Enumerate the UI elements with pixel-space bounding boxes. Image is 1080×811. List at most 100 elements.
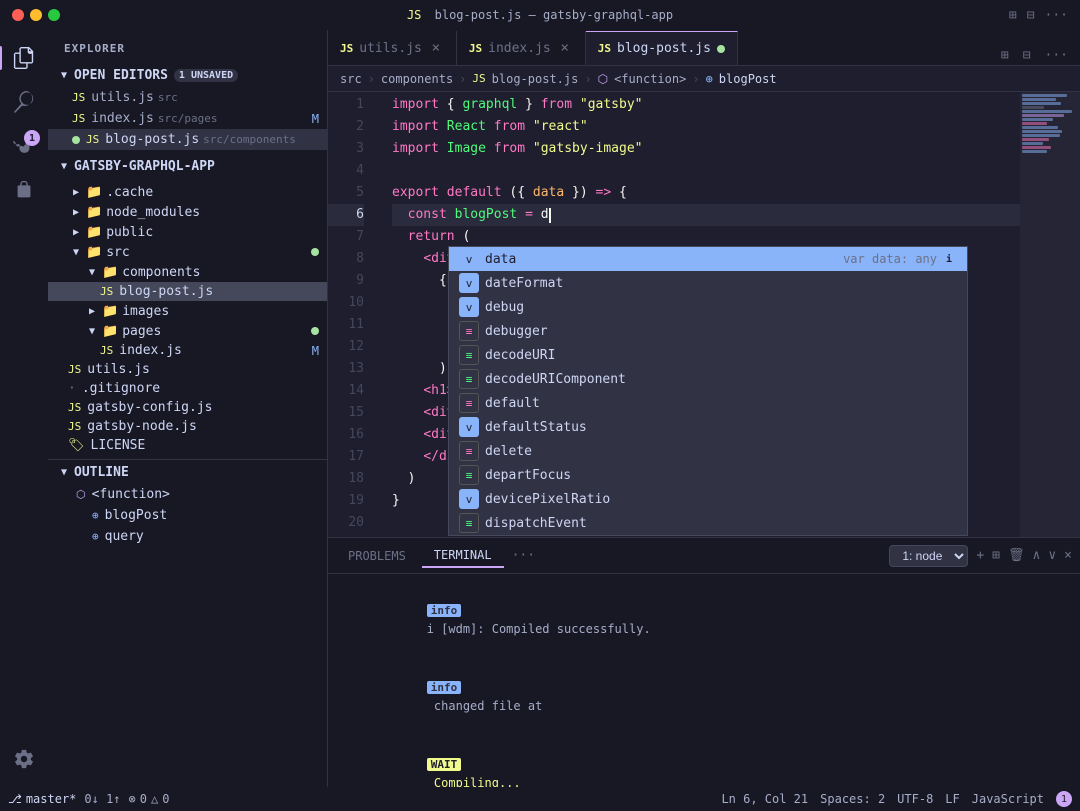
terminal-more[interactable]: ··· [512,548,535,563]
spaces-info[interactable]: Spaces: 2 [820,792,885,806]
code-line-2: import React from "react" [392,116,1020,138]
minimize-button[interactable] [30,9,42,21]
code-editor[interactable]: 1 2 3 4 5 6 7 8 9 10 11 12 13 14 15 16 1 [328,92,1080,537]
delete-terminal-icon[interactable]: 🗑 [1008,548,1025,563]
ac-type: var data: any i [843,251,957,267]
project-label: GATSBY-GRAPHQL-APP [74,159,215,174]
ac-fn-icon: ≡ [459,513,479,533]
tree-license[interactable]: 🏷 LICENSE [48,436,327,455]
open-file-index[interactable]: JS index.js src/pages M [48,108,327,129]
open-editors-chevron: ▼ [56,67,72,83]
close-terminal-icon[interactable]: × [1064,548,1072,563]
js-icon: JS [68,420,81,433]
activity-search[interactable] [4,82,44,122]
ac-var-icon: v [459,297,479,317]
tab-utils[interactable]: JS utils.js × [328,31,457,65]
folder-icon: 📁 [86,225,102,240]
chevron-down-icon[interactable]: ∨ [1048,548,1056,563]
folder-icon: 📁 [102,265,118,280]
close-button[interactable] [12,9,24,21]
git-branch[interactable]: ⎇ master* [8,792,76,806]
tree-components[interactable]: ▼ 📁 components [48,262,327,282]
add-terminal-icon[interactable]: + [976,548,984,563]
tab-close-utils[interactable]: × [428,40,444,56]
project-section[interactable]: ▼ GATSBY-GRAPHQL-APP [48,154,327,178]
outline-blogpost[interactable]: ⊕ blogPost [48,505,327,526]
activity-explorer[interactable] [4,38,44,78]
ac-label: debugger [485,324,957,339]
tree-index[interactable]: JS index.js M [48,341,327,360]
js-icon: JS [100,285,113,298]
activity-extensions[interactable] [4,170,44,210]
breadcrumb-function[interactable]: <function> [614,72,686,86]
src-dot [311,248,319,256]
tab-index[interactable]: JS index.js × [457,31,586,65]
terminal-node-select[interactable]: 1: node [889,545,968,567]
encoding[interactable]: UTF-8 [897,792,933,806]
activity-source-control[interactable]: 1 [4,126,44,166]
tab-close-index[interactable]: × [557,40,573,56]
tree-cache[interactable]: ▶ 📁 .cache [48,182,327,202]
breadcrumb-components[interactable]: components [381,72,453,86]
ac-item-departfocus[interactable]: ≡ departFocus [449,463,967,487]
tree-public[interactable]: ▶ 📁 public [48,222,327,242]
notification-bell[interactable]: 1 [1056,791,1072,807]
breadcrumb-file[interactable]: blog-post.js [492,72,579,86]
tree-src[interactable]: ▼ 📁 src [48,242,327,262]
outline-header[interactable]: ▼ OUTLINE [48,460,327,484]
split-editor-icon[interactable]: ⊞ [997,46,1013,65]
line-ending[interactable]: LF [945,792,959,806]
language-mode[interactable]: JavaScript [972,792,1044,806]
js-icon: JS [100,344,113,357]
sidebar-header: EXPLORER [48,30,327,63]
error-count[interactable]: ⊗ 0 △ 0 [129,792,170,806]
layout-icon[interactable]: ⊟ [1019,46,1035,65]
open-editors-section[interactable]: ▼ OPEN EDITORS 1 UNSAVED [48,63,327,87]
outline-function[interactable]: ⬡ <function> [48,484,327,505]
ac-item-decodeuricomponent[interactable]: ≡ decodeURIComponent [449,367,967,391]
ac-label: default [485,396,957,411]
outline-query[interactable]: ⊕ query [48,526,327,547]
ac-item-data[interactable]: v data var data: any i [449,247,967,271]
tree-blog-post[interactable]: JS blog-post.js [48,282,327,301]
ac-item-default[interactable]: ≡ default [449,391,967,415]
tree-gatsby-config[interactable]: JS gatsby-config.js [48,398,327,417]
ac-item-dateformat[interactable]: v dateFormat [449,271,967,295]
info-badge[interactable]: i [941,251,957,267]
sync-label: 0↓ 1↑ [84,792,120,806]
terminal-line: info changed file at [340,659,1068,736]
split-terminal-icon[interactable]: ⊞ [992,548,1000,563]
maximize-button[interactable] [48,9,60,21]
ac-item-delete[interactable]: ≡ delete [449,439,967,463]
activity-settings[interactable] [4,739,44,779]
tab-blogpost[interactable]: JS blog-post.js [586,31,738,65]
ac-item-debug[interactable]: v debug [449,295,967,319]
chevron-up-icon[interactable]: ∧ [1033,548,1041,563]
titlebar-actions: ⊞ ⊟ ··· [1009,8,1068,23]
breadcrumb-blogpost[interactable]: blogPost [719,72,777,86]
terminal-tab-problems[interactable]: PROBLEMS [336,545,418,567]
terminal-tab-terminal[interactable]: TERMINAL [422,544,504,568]
tree-pages[interactable]: ▼ 📁 pages [48,321,327,341]
tree-images[interactable]: ▶ 📁 images [48,301,327,321]
ac-item-dispatchevent[interactable]: ≡ dispatchEvent [449,511,967,535]
breadcrumb-src[interactable]: src [340,72,362,86]
js-icon: JS [68,401,81,414]
more-icon[interactable]: ··· [1045,8,1068,23]
open-file-blogpost[interactable]: JS blog-post.js src/components [48,129,327,150]
ac-item-devicepixelratio[interactable]: v devicePixelRatio [449,487,967,511]
more-icon[interactable]: ··· [1041,46,1072,65]
open-file-utils[interactable]: JS utils.js src [48,87,327,108]
tree-utils[interactable]: JS utils.js [48,360,327,379]
tree-gatsby-node[interactable]: JS gatsby-node.js [48,417,327,436]
cursor-position[interactable]: Ln 6, Col 21 [721,792,808,806]
ac-item-defaultstatus[interactable]: v defaultStatus [449,415,967,439]
tree-node-modules[interactable]: ▶ 📁 node_modules [48,202,327,222]
error-num: 0 [140,792,147,806]
layout-icon[interactable]: ⊟ [1027,8,1035,23]
sync-status[interactable]: 0↓ 1↑ [84,792,120,806]
ac-item-debugger[interactable]: ≡ debugger [449,319,967,343]
tree-gitignore[interactable]: · .gitignore [48,379,327,398]
ac-item-decodeuri[interactable]: ≡ decodeURI [449,343,967,367]
split-icon[interactable]: ⊞ [1009,8,1017,23]
